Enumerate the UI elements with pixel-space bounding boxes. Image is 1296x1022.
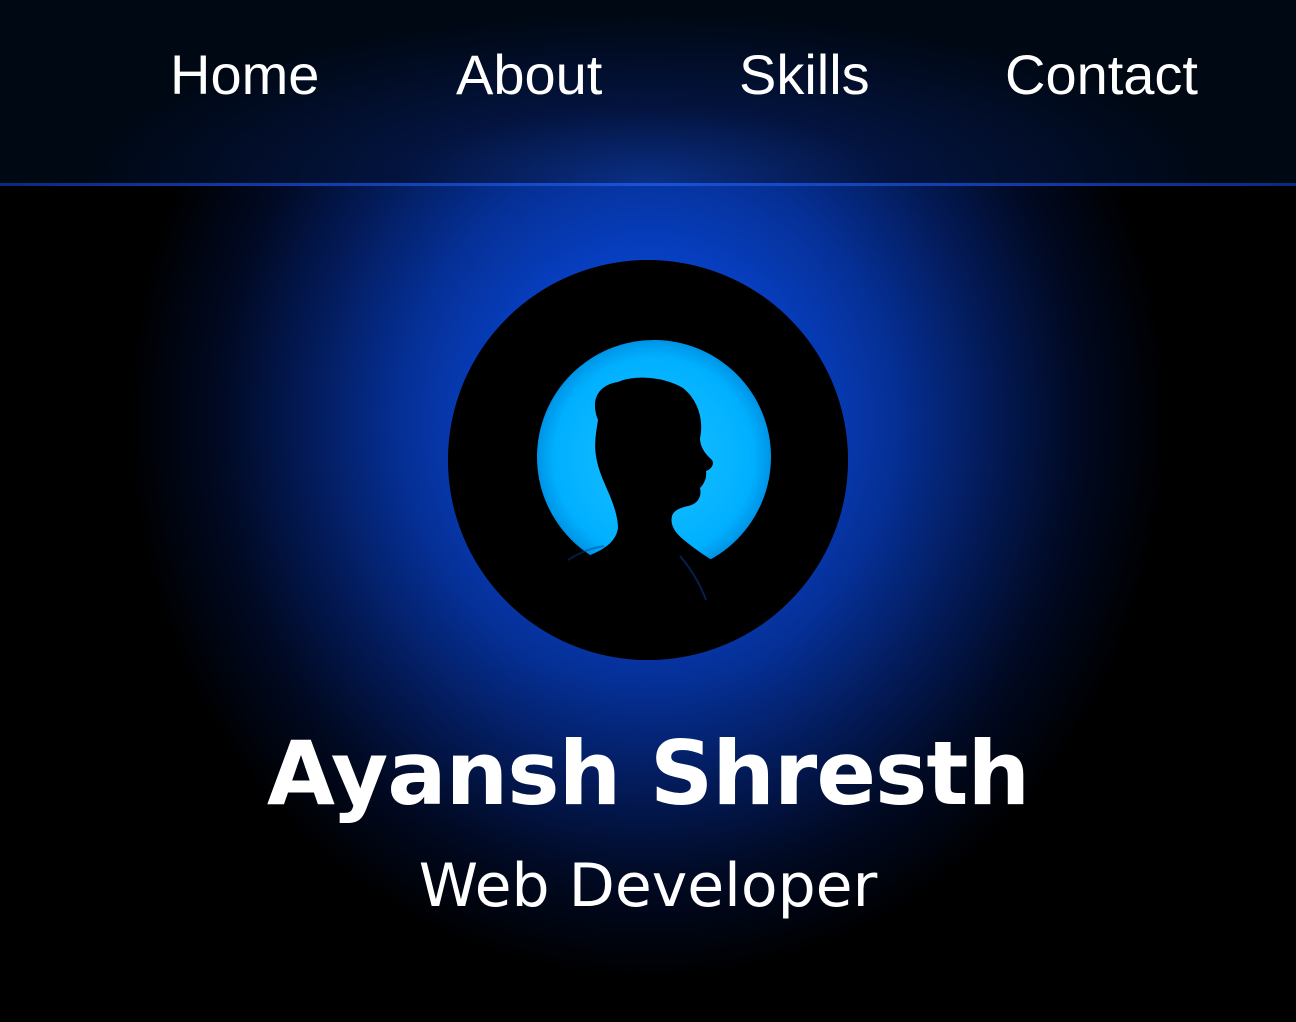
nav-link-about[interactable]: About bbox=[456, 42, 602, 108]
profile-avatar bbox=[448, 260, 848, 660]
nav-divider bbox=[0, 183, 1296, 186]
person-silhouette-icon bbox=[448, 260, 848, 660]
nav-link-skills[interactable]: Skills bbox=[739, 42, 870, 108]
profile-name: Ayansh Shresth bbox=[266, 722, 1030, 825]
top-navigation: Home About Skills Contact bbox=[0, 0, 1296, 184]
nav-link-home[interactable]: Home bbox=[170, 42, 319, 108]
nav-link-contact[interactable]: Contact bbox=[1005, 42, 1198, 108]
profile-role: Web Developer bbox=[418, 851, 878, 921]
